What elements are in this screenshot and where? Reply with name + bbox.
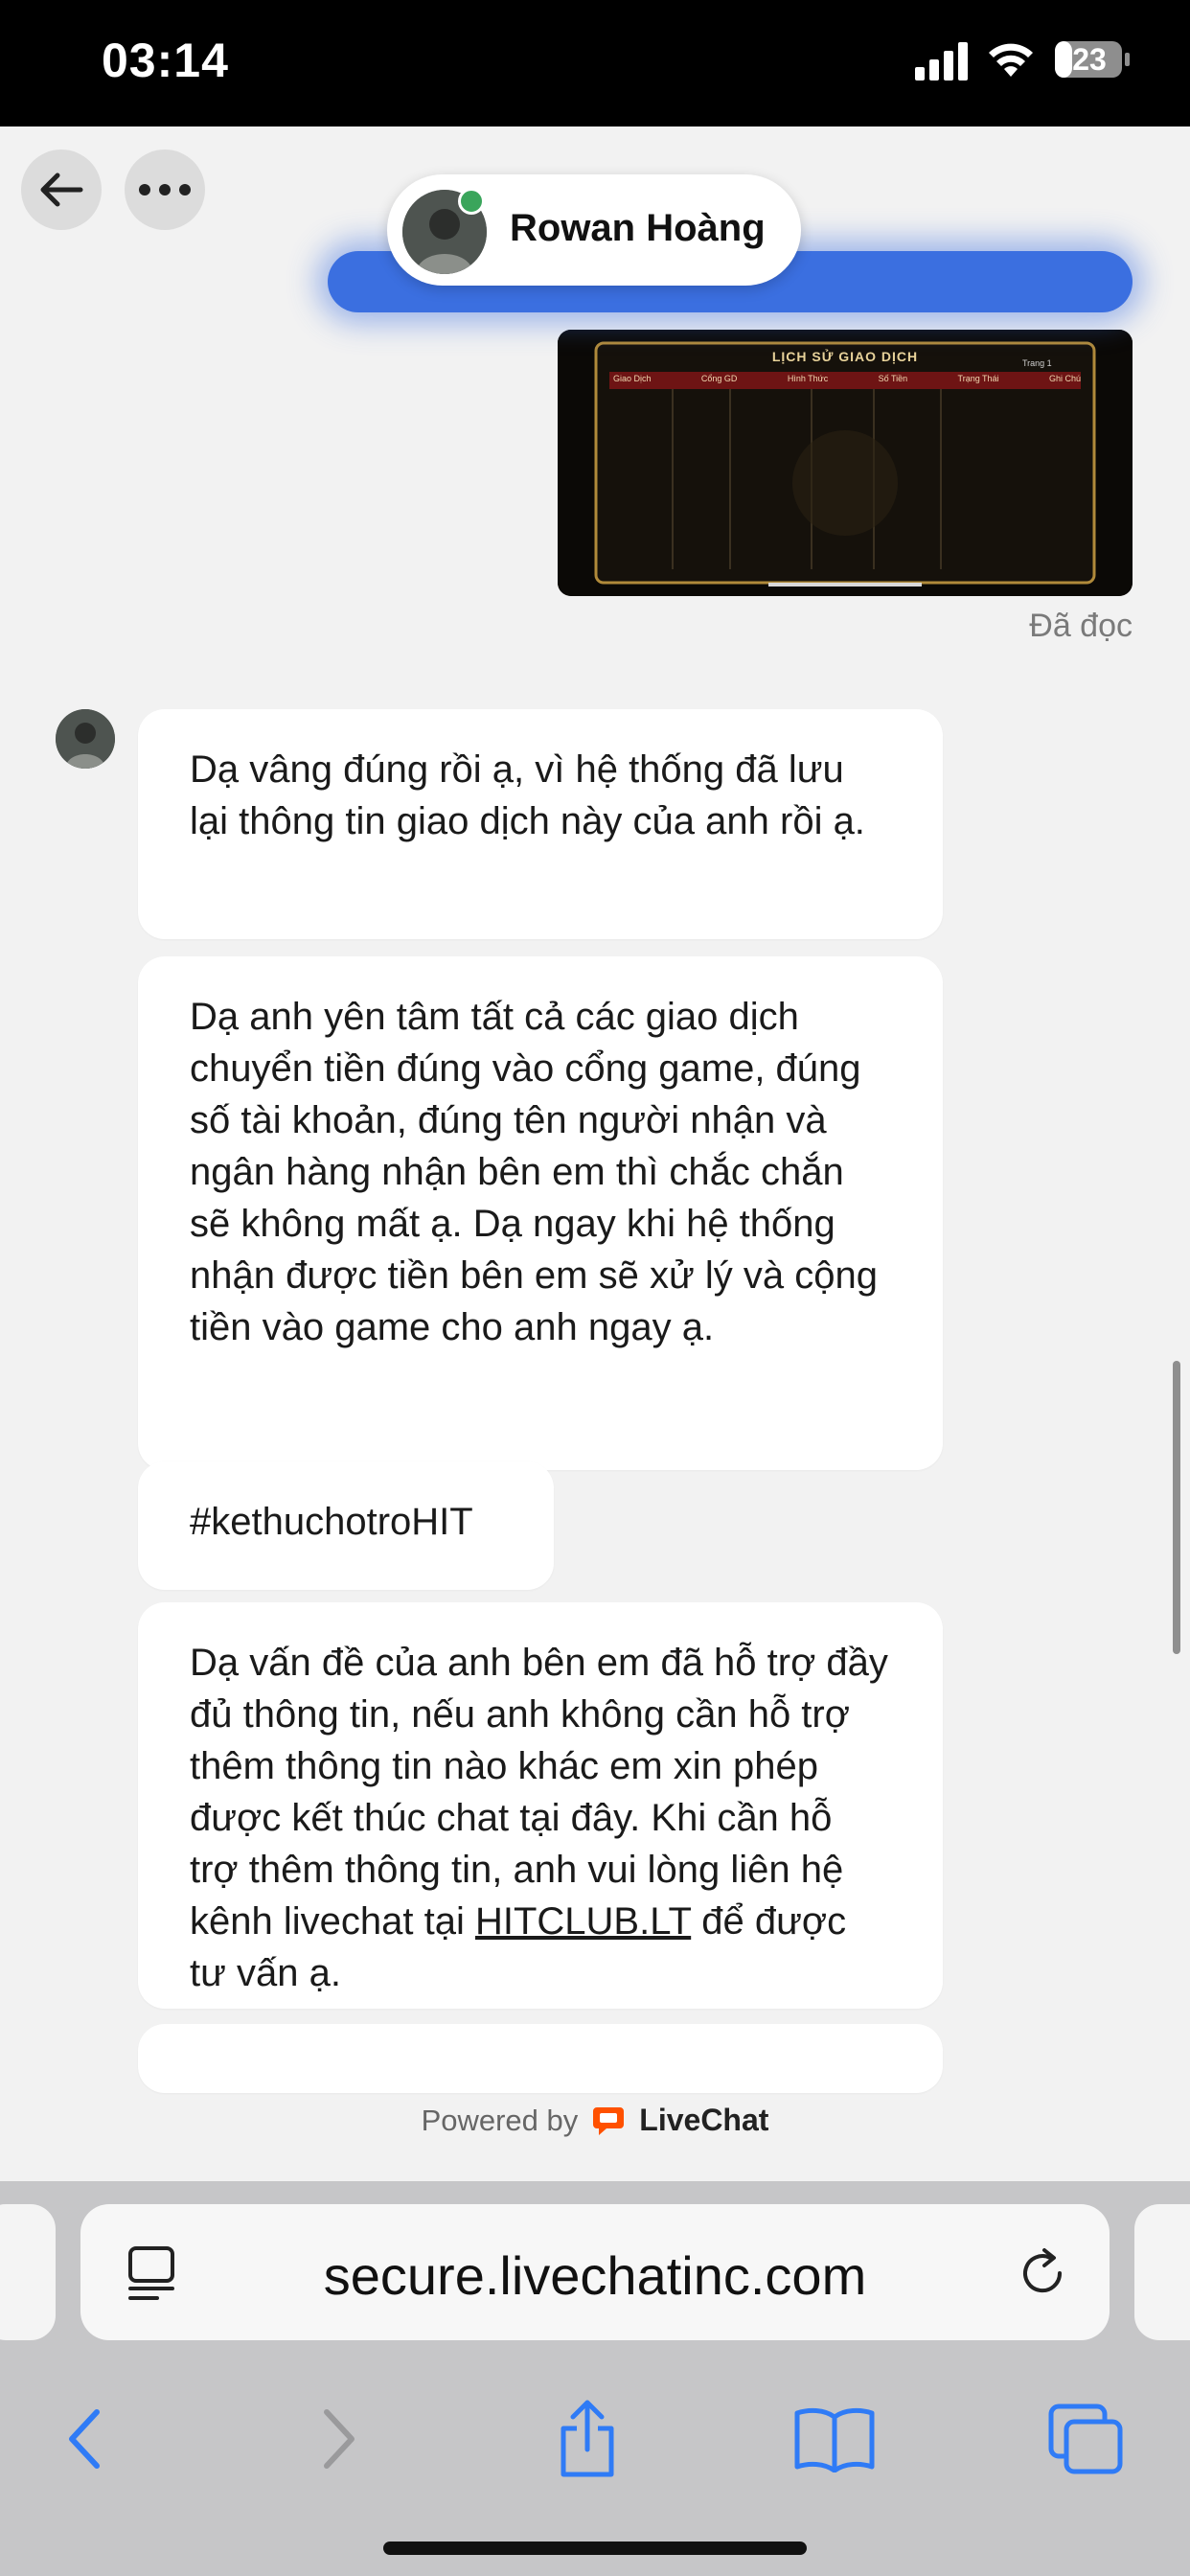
agent-message: Dạ vấn đề của anh bên em đã hỗ trợ đầy đ… [138,1602,943,2009]
scrollbar[interactable] [1173,1361,1180,1654]
chevron-left-icon [69,2409,100,2469]
transaction-history-image [558,330,1133,596]
browser-back-button[interactable] [44,2398,126,2480]
column-header: Giao Dịch [613,374,652,383]
bookmarks-button[interactable] [793,2398,876,2480]
message-text: Dạ anh yên tâm tất cả các giao dịch chuy… [190,996,878,1348]
transaction-history-page: Trang 1 [1022,358,1052,368]
online-status-indicator [458,188,485,215]
chevron-right-icon [324,2409,355,2469]
image-message-transaction-history[interactable]: LỊCH SỬ GIAO DỊCH Giao Dịch Cổng GD Hình… [558,330,1133,596]
livechat-brand: LiveChat [639,2103,769,2137]
agent-avatar [56,709,115,769]
battery-level: 23 [1072,42,1107,77]
more-options-button[interactable] [125,150,205,230]
read-receipt: Đã đọc [1029,608,1133,644]
chat-area[interactable]: Rowan Hoàng LỊCH SỬ GIAO DỊCH Giao Dịch … [0,126,1190,2181]
message-text: Dạ vâng đúng rồi ạ, vì hệ thống đã lưu l… [190,748,865,842]
powered-by-label: Powered by [421,2103,579,2137]
powered-by-footer[interactable]: Powered by LiveChat [0,2103,1190,2138]
browser-toolbar: secure.livechatinc.com [0,2181,1190,2576]
hitclub-link[interactable]: HITCLUB.LT [475,1900,691,1943]
column-header: Số Tiền [878,374,908,383]
battery-icon: 23 [1054,38,1131,80]
column-header: Hình Thức [787,374,829,383]
livechat-logo-icon [593,2106,625,2135]
more-horizontal-icon [139,184,191,196]
wifi-icon [989,43,1033,77]
message-text: #kethuchotroHIT [190,1501,473,1543]
agent-message: #kethuchotroHIT [138,1461,554,1590]
message-text-before: Dạ vấn đề của anh bên em đã hỗ trợ đầy đ… [190,1642,888,1943]
address-bar[interactable]: secure.livechatinc.com [80,2204,1110,2340]
agent-message: Dạ vâng đúng rồi ạ, vì hệ thống đã lưu l… [138,709,943,939]
share-icon [561,2400,614,2477]
column-header: Cổng GD [700,374,738,383]
column-header: Trạng Thái [957,374,999,383]
browser-forward-button[interactable] [297,2398,379,2480]
agent-message-partial [138,2024,943,2093]
arrow-left-icon [40,172,83,207]
transaction-history-columns: Giao Dịch Cổng GD Hình Thức Số Tiền Trạn… [613,374,1081,383]
status-time: 03:14 [102,34,229,87]
contact-header[interactable]: Rowan Hoàng [387,174,801,286]
cellular-signal-icon [915,42,968,80]
contact-name: Rowan Hoàng [510,207,766,249]
status-bar: 03:14 23 [0,0,1190,126]
previous-tab-preview[interactable] [0,2204,56,2340]
reload-icon[interactable] [1014,2244,1071,2302]
tabs-button[interactable] [1044,2398,1127,2480]
column-header: Ghi Chú [1048,374,1081,383]
share-button[interactable] [546,2398,629,2480]
url-text: secure.livechatinc.com [323,2245,867,2306]
transaction-history-title: LỊCH SỬ GIAO DỊCH [771,349,919,364]
next-tab-preview[interactable] [1134,2204,1190,2340]
book-icon [794,2407,875,2472]
agent-message: Dạ anh yên tâm tất cả các giao dịch chuy… [138,956,943,1470]
tabs-icon [1048,2404,1123,2474]
home-indicator[interactable] [383,2542,807,2555]
back-button[interactable] [21,150,102,230]
